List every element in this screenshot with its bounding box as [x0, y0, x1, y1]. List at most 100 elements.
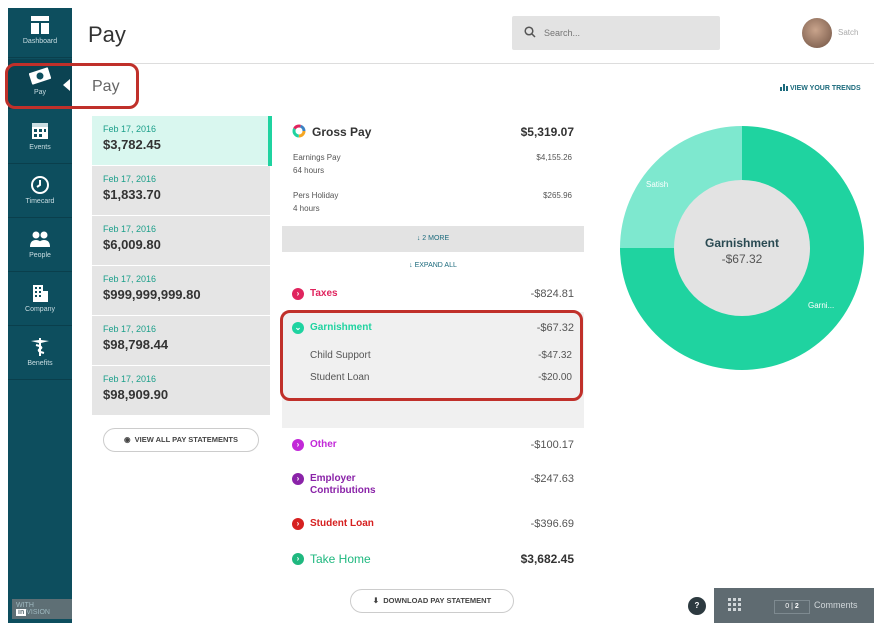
sidebar-item-label: Dashboard	[22, 38, 58, 45]
statement-date: Feb 17, 2016	[103, 374, 157, 384]
statement-item[interactable]: Feb 17, 2016 $98,909.90	[92, 366, 270, 416]
sidebar-item-label: Company	[25, 306, 55, 313]
sidebar-item-events[interactable]: Events	[8, 114, 72, 164]
statement-date: Feb 17, 2016	[103, 124, 157, 134]
view-trends-link[interactable]: VIEW YOUR TRENDS	[780, 84, 861, 92]
highlight-frame	[280, 310, 583, 401]
earning-sub: 64 hours	[293, 166, 325, 175]
building-icon	[33, 285, 48, 302]
earning-label: Pers Holiday	[293, 191, 339, 200]
caduceus-icon	[31, 338, 49, 356]
eye-icon: ◉	[123, 435, 131, 444]
statement-amount: $1,833.70	[103, 187, 161, 202]
expand-label: EXPAND ALL	[414, 262, 457, 269]
employer-label-line2[interactable]: Contributions	[310, 485, 376, 496]
take-home-value: $3,682.45	[520, 552, 574, 566]
search-icon	[524, 26, 536, 38]
top-bar: Pay Satch	[72, 8, 874, 64]
avatar[interactable]	[802, 18, 832, 48]
donut-center-title: Garnishment	[704, 236, 779, 250]
statement-amount: $98,909.90	[103, 387, 169, 402]
sidebar-item-timecard[interactable]: Timecard	[8, 168, 72, 218]
grid-menu-icon[interactable]	[728, 598, 744, 612]
badge-suffix: VISION	[26, 609, 50, 616]
chevron-right-icon[interactable]: ›	[292, 439, 304, 451]
gross-pay-label: Gross Pay	[312, 125, 372, 139]
statement-item[interactable]: Feb 17, 2016 $98,798.44	[92, 316, 270, 366]
statement-date: Feb 17, 2016	[103, 274, 157, 284]
sidebar-item-company[interactable]: Company	[8, 276, 72, 326]
arrow-down-icon: ↓	[409, 262, 413, 269]
student-loan-label[interactable]: Student Loan	[310, 518, 374, 529]
gross-pay-value: $5,319.07	[520, 125, 574, 139]
download-icon: ⬇	[372, 596, 380, 605]
more-label: 2 MORE	[422, 235, 450, 242]
badge-prefix: WITH	[16, 602, 34, 609]
sidebar-item-label: People	[29, 252, 51, 259]
statement-item[interactable]: Feb 17, 2016 $999,999,999.80	[92, 266, 270, 316]
highlight-frame	[5, 63, 139, 109]
comment-count: 0 | 2	[774, 600, 810, 614]
invision-badge[interactable]: WITH in VISION	[12, 599, 72, 619]
other-value: -$100.17	[530, 439, 574, 451]
chevron-right-icon[interactable]: ›	[292, 288, 304, 300]
clock-icon	[31, 176, 49, 194]
employer-label-line1[interactable]: Employer	[310, 473, 356, 484]
people-icon	[30, 231, 50, 247]
dashboard-icon	[31, 16, 49, 34]
search-box[interactable]	[512, 16, 720, 50]
donut-center-value: -$67.32	[721, 252, 763, 266]
other-label[interactable]: Other	[310, 439, 337, 450]
taxes-label[interactable]: Taxes	[310, 288, 338, 299]
view-all-label: VIEW ALL PAY STATEMENTS	[134, 435, 239, 444]
sidebar-item-label: Benefits	[27, 360, 53, 367]
active-statement-indicator	[268, 116, 272, 166]
statement-amount: $3,782.45	[103, 137, 161, 152]
sidebar-item-label: Timecard	[25, 198, 55, 205]
download-pay-statement-button[interactable]: ⬇ DOWNLOAD PAY STATEMENT	[350, 589, 514, 613]
chevron-right-icon[interactable]: ›	[292, 518, 304, 530]
user-name[interactable]: Satch	[838, 28, 858, 37]
earning-sub: 4 hours	[293, 204, 320, 213]
search-input[interactable]	[544, 24, 704, 42]
statement-date: Feb 17, 2016	[103, 224, 157, 234]
view-all-statements-button[interactable]: ◉ VIEW ALL PAY STATEMENTS	[103, 428, 259, 452]
statement-date: Feb 17, 2016	[103, 324, 157, 334]
help-button[interactable]: ?	[688, 597, 706, 615]
sidebar-item-benefits[interactable]: Benefits	[8, 330, 72, 380]
statement-amount: $98,798.44	[103, 337, 169, 352]
taxes-value: -$824.81	[530, 288, 574, 300]
calendar-icon	[32, 123, 48, 139]
comments-bar[interactable]: 0 | 2 Comments	[714, 588, 874, 623]
show-more-button[interactable]: ↓ 2 MORE	[282, 226, 584, 252]
gross-pay-ring-icon	[292, 124, 306, 138]
statement-amount: $6,009.80	[103, 237, 161, 252]
expand-all-button[interactable]: ↓ EXPAND ALL	[282, 262, 584, 269]
comment-zero: 0	[785, 603, 790, 610]
chevron-right-icon[interactable]: ›	[292, 553, 304, 565]
statement-item[interactable]: Feb 17, 2016 $1,833.70	[92, 166, 270, 216]
earning-value: $4,155.26	[536, 153, 572, 162]
view-trends-label: VIEW YOUR TRENDS	[789, 85, 861, 92]
comment-count-value: 2	[794, 603, 799, 610]
take-home-label[interactable]: Take Home	[310, 552, 371, 566]
student-loan-value: -$396.69	[530, 518, 574, 530]
statement-item[interactable]: Feb 17, 2016 $6,009.80	[92, 216, 270, 266]
statement-amount: $999,999,999.80	[103, 287, 201, 302]
statement-date: Feb 17, 2016	[103, 174, 157, 184]
slice-label: Garni...	[808, 301, 835, 310]
sidebar-item-dashboard[interactable]: Dashboard	[8, 8, 72, 58]
slice-label: Satish	[646, 180, 669, 189]
statement-list: Feb 17, 2016 $3,782.45 Feb 17, 2016 $1,8…	[92, 116, 270, 416]
sidebar-item-people[interactable]: People	[8, 222, 72, 272]
employer-value: -$247.63	[530, 473, 574, 485]
sidebar-item-label: Events	[29, 144, 51, 151]
comments-label: Comments	[814, 600, 858, 610]
earning-label: Earnings Pay	[293, 153, 341, 162]
badge-brand: in	[16, 609, 27, 616]
chevron-right-icon[interactable]: ›	[292, 473, 304, 485]
statement-item[interactable]: Feb 17, 2016 $3,782.45	[92, 116, 270, 166]
page-title: Pay	[88, 22, 126, 47]
arrow-down-icon: ↓	[416, 235, 421, 242]
earning-value: $265.96	[543, 191, 572, 200]
